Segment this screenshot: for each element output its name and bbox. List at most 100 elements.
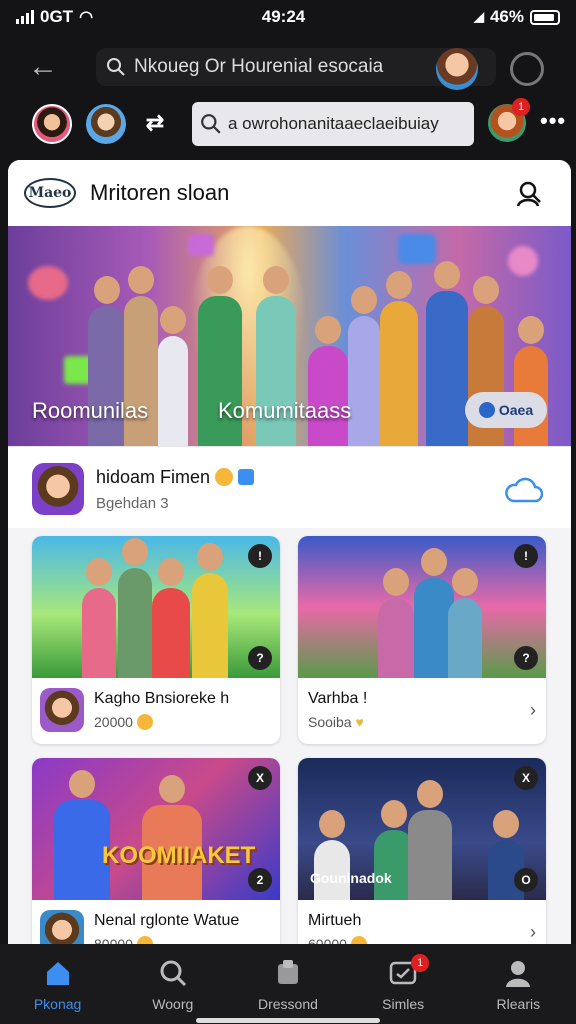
join-button[interactable]: Oaea [465, 392, 547, 428]
chevron-right-icon[interactable]: › [530, 922, 536, 943]
smile-emoji-icon [215, 468, 234, 486]
content-card[interactable]: KOOMIIAKET X 2 Nenal rglonte Watue 80000 [32, 758, 280, 944]
card-body: Varhba ! Sooiba ♥ › [298, 678, 546, 744]
wifi-icon: ◠ [79, 9, 94, 26]
nav-item-messages[interactable]: Simles 1 [353, 954, 453, 1012]
content-card[interactable]: ! ? Varhba ! Sooiba ♥ › [298, 536, 546, 744]
card-subtitle: 60000 [308, 936, 367, 944]
status-left: 0GT ◠ [16, 7, 93, 27]
card-overlay-text: Gouninadok [310, 870, 392, 886]
browser-toolbar: ← Nkoueg Or Hourenial esocaia [0, 40, 576, 94]
status-right: ◢ 46% [474, 7, 560, 27]
card-image: ! ? [298, 536, 546, 678]
nav-label: Pkonag [33, 996, 82, 1012]
toggle-icon [478, 402, 495, 418]
search-icon [160, 960, 186, 987]
card-overlay-text: KOOMIIAKET [102, 842, 256, 869]
power-icon[interactable] [510, 52, 544, 86]
nav-label: Rlearis [496, 996, 541, 1012]
nav-badge: 1 [411, 954, 430, 972]
home-icon [46, 962, 69, 985]
page-title: Mritoren sloan [90, 180, 230, 205]
join-button-label: Oaea [498, 402, 534, 418]
group-avatar[interactable] [86, 104, 126, 144]
coin-icon [136, 714, 153, 730]
arrow-left-icon: ← [28, 50, 58, 83]
nav-item-games[interactable]: Dressond [238, 958, 338, 1012]
card-title: Kagho Bnsioreke h [94, 690, 230, 707]
main-panel: Maeo Mritoren sloan Roomunilas Komumitaa… [8, 160, 571, 944]
user-avatar[interactable] [436, 48, 478, 90]
person-figure [308, 316, 348, 446]
card-image: Gouninadok X O [298, 758, 546, 900]
coin-icon [350, 936, 367, 944]
content-card[interactable]: Gouninadok X O Mirtueh 60000 › [298, 758, 546, 944]
nav-item-search[interactable]: Woorg [123, 958, 223, 1012]
post-author: hidoam Fimen [96, 467, 255, 488]
card-badge-top: X [248, 766, 272, 790]
card-subtitle: Sooiba ♥ [308, 714, 364, 730]
post-subtitle: Bgehdan 3 [96, 495, 169, 512]
chevron-right-icon[interactable]: › [530, 700, 536, 721]
share-button[interactable]: ⇄ [140, 108, 170, 138]
search-input[interactable]: a owrohonanitaaeclaeibuiay [192, 102, 474, 146]
card-title: Varhba ! [308, 690, 368, 707]
app-logo[interactable]: Maeo [24, 178, 76, 208]
person-icon [506, 961, 531, 987]
back-button[interactable]: ← [24, 48, 62, 86]
content-grid: ! ? Kagho Bnsioreke h 20000 ! ? Varhba !… [32, 536, 548, 944]
card-body: Mirtueh 60000 › [298, 900, 546, 944]
card-title: Nenal rglonte Watue [94, 912, 240, 929]
notification-badge: 1 [512, 98, 530, 116]
battery-percentage: 46% [489, 7, 524, 26]
nav-label: Simles [382, 996, 425, 1012]
coin-icon [136, 936, 153, 944]
url-text: Nkoueg Or Hourenial esocaia [134, 56, 384, 77]
search-icon [201, 114, 221, 134]
post-avatar[interactable] [32, 463, 84, 515]
status-bar: 0GT ◠ 49:24 ◢ 46% [0, 0, 576, 34]
banner-label-left: Roomunilas [32, 398, 149, 423]
card-body: Nenal rglonte Watue 80000 [32, 900, 280, 944]
game-icon [277, 960, 298, 984]
community-banner[interactable]: Roomunilas Komumitaass Oaea [8, 226, 571, 446]
person-figure [380, 271, 418, 446]
signal-strength-icon: ◢ [473, 9, 484, 24]
card-thumbnail [40, 910, 84, 944]
nav-item-profile[interactable]: Rlearis [468, 958, 568, 1012]
card-badge-top: X [514, 766, 538, 790]
banner-label-right: Komumitaass [218, 398, 352, 423]
community-post[interactable]: hidoam Fimen Bgehdan 3 [8, 446, 571, 528]
card-thumbnail [40, 688, 84, 732]
card-title: Mirtueh [308, 912, 362, 929]
page-header: Maeo Mritoren sloan [8, 160, 571, 226]
more-options-button[interactable]: ••• [540, 108, 566, 134]
search-icon [107, 58, 125, 76]
cloud-icon[interactable] [503, 477, 543, 503]
share-icon: ⇄ [145, 110, 165, 135]
person-figure [426, 261, 468, 446]
clock: 49:24 [261, 7, 306, 26]
nav-label: Dressond [258, 996, 318, 1012]
carrier-name: 0GT [40, 7, 74, 26]
content-card[interactable]: ! ? Kagho Bnsioreke h 20000 [32, 536, 280, 744]
verified-badge-icon [238, 469, 255, 485]
story-avatar[interactable] [32, 104, 72, 144]
nav-item-home[interactable]: Pkonag [8, 958, 108, 1012]
card-badge-top: ! [248, 544, 272, 568]
home-indicator[interactable] [196, 1018, 380, 1023]
search-placeholder: a owrohonanitaaeclaeibuiay [228, 114, 439, 133]
card-badge-bottom: ? [248, 646, 272, 670]
battery-icon [529, 9, 560, 25]
card-image: KOOMIIAKET X 2 [32, 758, 280, 900]
nav-label: Woorg [152, 996, 194, 1012]
person-figure [88, 276, 126, 446]
app-toolbar: ⇄ a owrohonanitaaeclaeibuiay 1 ••• [0, 96, 576, 154]
card-badge-bottom: O [514, 868, 538, 892]
card-subtitle: 20000 [94, 714, 153, 730]
card-badge-top: ! [514, 544, 538, 568]
card-badge-bottom: 2 [248, 868, 272, 892]
card-subtitle: 80000 [94, 936, 153, 944]
signal-icon [16, 10, 34, 24]
profile-search-icon[interactable] [515, 180, 543, 208]
